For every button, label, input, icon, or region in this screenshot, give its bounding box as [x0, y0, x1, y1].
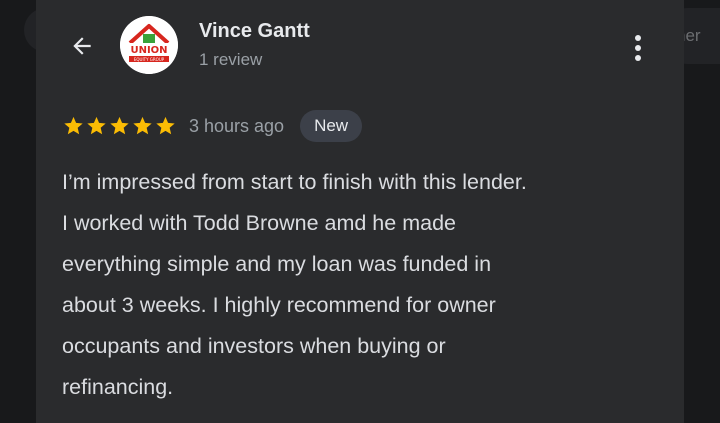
review-text-line: occupants and investors when buying or	[62, 334, 446, 358]
review-text-line: I’m impressed from start to finish with …	[62, 170, 527, 194]
review-time: 3 hours ago	[189, 115, 285, 136]
star-rating	[62, 115, 177, 137]
svg-text:UNION: UNION	[130, 45, 167, 56]
star-icon	[64, 116, 83, 135]
reviewer-name[interactable]: Vince Gantt	[199, 20, 310, 43]
new-badge: New	[300, 110, 363, 142]
star-icon	[156, 116, 175, 135]
review-count: 1 review	[199, 50, 263, 69]
reviewer-avatar[interactable]: UNION EQUITY GROUP	[120, 16, 178, 74]
star-icon	[110, 116, 129, 135]
more-options-button[interactable]	[618, 28, 658, 68]
review-text-line: I worked with Todd Browne amd he made	[62, 211, 456, 235]
review-text-line: about 3 weeks. I highly recommend for ow…	[62, 293, 496, 317]
review-card: UNION EQUITY GROUP Vince Gantt 1 review …	[36, 0, 684, 423]
star-icon	[133, 116, 152, 135]
review-meta: 3 hours ago New	[62, 110, 363, 142]
more-vertical-icon	[635, 35, 641, 61]
review-text-line: everything simple and my loan was funded…	[62, 252, 492, 276]
review-text: I’m impressed from start to finish with …	[62, 162, 662, 408]
star-icon	[87, 116, 106, 135]
arrow-left-icon	[73, 37, 91, 55]
union-logo-icon: UNION EQUITY GROUP	[120, 16, 178, 74]
review-text-line: refinancing.	[62, 375, 174, 399]
svg-text:EQUITY GROUP: EQUITY GROUP	[134, 57, 165, 62]
back-button[interactable]	[60, 24, 104, 68]
